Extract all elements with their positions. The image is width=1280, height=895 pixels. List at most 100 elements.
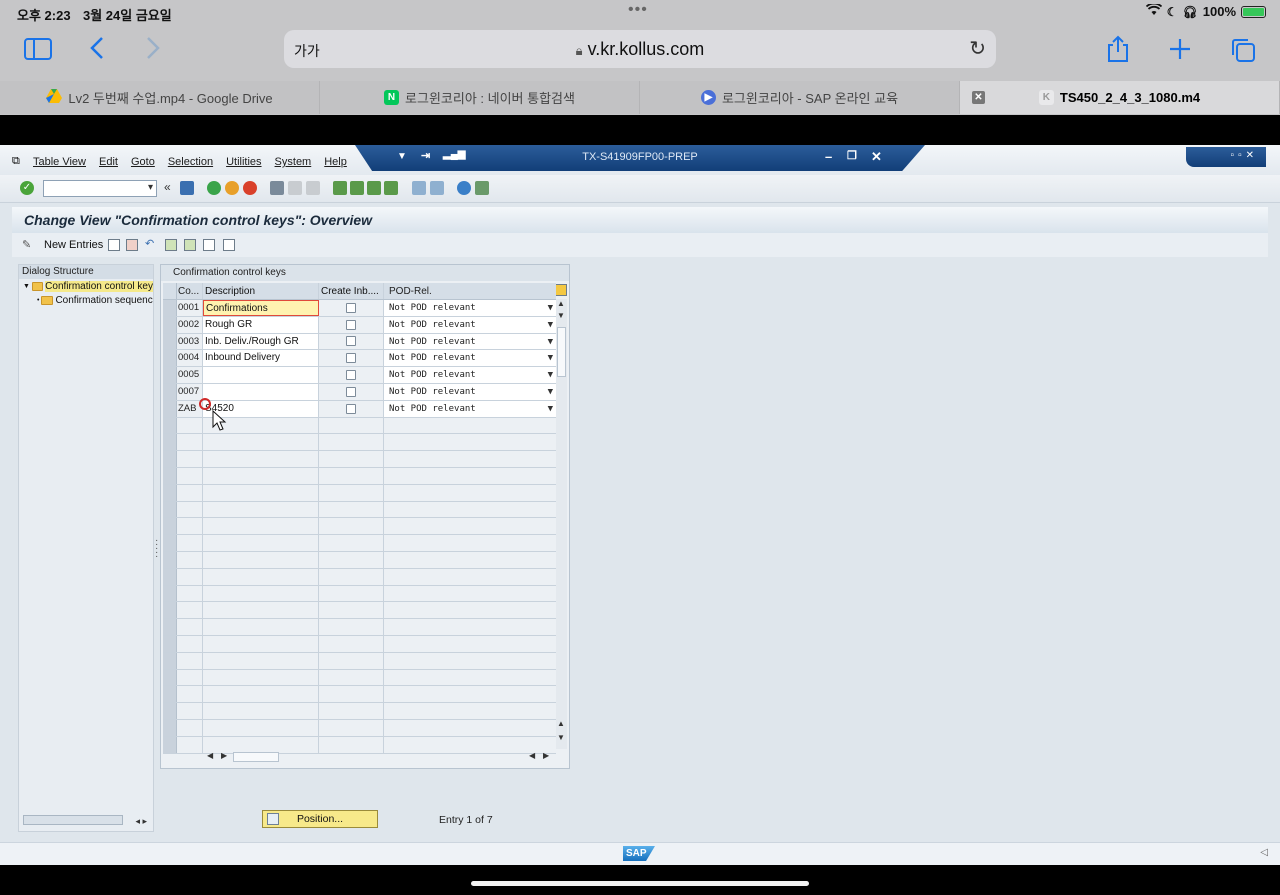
table-row-empty[interactable] <box>163 652 556 670</box>
enter-icon[interactable]: ✓ <box>20 181 34 195</box>
create-inb-checkbox[interactable] <box>346 353 356 364</box>
close-tab-icon[interactable]: ✕ <box>972 91 985 104</box>
print-field-list-icon[interactable] <box>223 239 235 251</box>
row-selector[interactable] <box>163 501 177 518</box>
find-next-icon[interactable] <box>306 181 320 195</box>
row-selector[interactable] <box>163 535 177 551</box>
menu-table-view[interactable]: Table View <box>33 156 86 168</box>
table-vertical-scrollbar[interactable]: ▲ ▼ ▲ ▼ <box>556 299 567 749</box>
tab-sap-education[interactable]: ▶ 로그윈코리아 - SAP 온라인 교육 <box>640 81 960 114</box>
undo-change-icon[interactable]: ↶ <box>145 239 157 251</box>
shortcut-icon[interactable] <box>430 181 444 195</box>
row-selector[interactable] <box>163 383 177 400</box>
previous-page-icon[interactable] <box>350 181 364 195</box>
table-row-empty[interactable] <box>163 467 556 485</box>
row-selector[interactable] <box>163 652 177 669</box>
table-row-empty[interactable] <box>163 703 556 720</box>
row-selector[interactable] <box>163 686 177 703</box>
position-button[interactable]: Position... <box>262 810 378 828</box>
row-selector[interactable] <box>163 333 177 350</box>
create-inb-checkbox[interactable] <box>346 370 356 381</box>
row-selector[interactable] <box>163 703 177 719</box>
cell-description-input[interactable]: Rough GR <box>203 316 319 333</box>
row-selector[interactable] <box>163 451 177 467</box>
scroll-down-icon[interactable]: ▼ <box>557 311 565 320</box>
cell-pod-dropdown[interactable]: Not POD relevant ▼ <box>384 350 556 367</box>
tab-google-drive[interactable]: Lv2 두번째 수업.mp4 - Google Drive <box>0 81 320 114</box>
scroll-left-icon[interactable]: ◀ <box>207 751 213 760</box>
tab-overview-icon[interactable] <box>1230 37 1256 69</box>
column-header-pod-rel[interactable]: POD-Rel. <box>384 283 556 299</box>
dropdown-arrow-icon[interactable]: ▼ <box>548 300 553 316</box>
table-row-empty[interactable] <box>163 585 556 603</box>
row-selector[interactable] <box>163 736 177 753</box>
scroll-right-icon[interactable]: ▶ <box>543 751 549 760</box>
forward-icon[interactable] <box>146 36 160 66</box>
cell-pod-dropdown[interactable]: Not POD relevant ▼ <box>384 367 556 383</box>
table-row[interactable]: 0004 Inbound Delivery Not POD relevant ▼ <box>163 350 556 368</box>
command-field[interactable] <box>43 180 157 197</box>
table-row-empty[interactable] <box>163 501 556 519</box>
menu-goto[interactable]: Goto <box>131 156 155 168</box>
table-row-empty[interactable] <box>163 484 556 502</box>
row-selector[interactable] <box>163 518 177 535</box>
table-row-empty[interactable] <box>163 568 556 586</box>
table-settings-icon[interactable] <box>555 284 567 296</box>
copy-as-icon[interactable] <box>108 239 120 251</box>
new-session-icon[interactable] <box>412 181 426 195</box>
row-selector[interactable] <box>163 602 177 619</box>
table-row-empty[interactable] <box>163 602 556 620</box>
splitter-handle-icon[interactable]: · · · · · <box>155 536 158 562</box>
select-all-column[interactable] <box>163 283 177 299</box>
table-row-empty[interactable] <box>163 635 556 653</box>
dropdown-arrow-icon[interactable]: ▼ <box>548 334 553 350</box>
dropdown-arrow-icon[interactable]: ▼ <box>548 350 553 366</box>
column-header-key[interactable]: Co... <box>177 283 203 299</box>
cancel-icon[interactable] <box>243 181 257 195</box>
dropdown-arrow-icon[interactable]: ▼ <box>548 317 553 333</box>
cell-pod-dropdown[interactable]: Not POD relevant ▼ <box>384 383 556 400</box>
table-row-empty[interactable] <box>163 669 556 687</box>
save-icon[interactable] <box>180 181 194 195</box>
row-selector[interactable] <box>163 585 177 602</box>
cell-description-input[interactable]: Inbound Delivery <box>203 350 319 367</box>
layout-menu-icon[interactable] <box>475 181 489 195</box>
scroll-up-icon[interactable]: ▲ <box>557 719 565 728</box>
create-inb-checkbox[interactable] <box>346 336 356 347</box>
menu-utilities[interactable]: Utilities <box>226 156 261 168</box>
status-expand-icon[interactable]: ◁ <box>1260 847 1268 858</box>
table-row[interactable]: 0003 Inb. Deliv./Rough GR Not POD relevant… <box>163 333 556 351</box>
close-icon[interactable]: ✕ <box>871 149 882 165</box>
next-page-icon[interactable] <box>367 181 381 195</box>
row-selector[interactable] <box>163 635 177 652</box>
tree-horizontal-scrollbar[interactable] <box>23 815 123 825</box>
table-row-empty[interactable] <box>163 619 556 636</box>
dropdown-arrow-icon[interactable]: ▼ <box>548 384 553 400</box>
create-inb-checkbox[interactable] <box>346 403 356 414</box>
help-icon[interactable] <box>457 181 471 195</box>
cell-pod-dropdown[interactable]: Not POD relevant ▼ <box>384 333 556 350</box>
table-row-empty[interactable] <box>163 434 556 452</box>
dropdown-arrow-icon[interactable]: ▼ <box>548 401 553 417</box>
table-horizontal-scrollbar[interactable]: ◀ ▶ ◀ ▶ <box>205 751 549 763</box>
home-indicator[interactable] <box>471 881 809 886</box>
restore-icon[interactable]: ❐ <box>847 149 857 162</box>
table-row-empty[interactable] <box>163 686 556 704</box>
table-row-empty[interactable] <box>163 551 556 569</box>
menu-selection[interactable]: Selection <box>168 156 213 168</box>
create-inb-checkbox[interactable] <box>346 302 356 313</box>
row-selector[interactable] <box>163 719 177 736</box>
create-inb-checkbox[interactable] <box>346 319 356 330</box>
table-row[interactable]: 0002 Rough GR Not POD relevant ▼ <box>163 316 556 334</box>
menu-system[interactable]: System <box>275 156 312 168</box>
table-row[interactable]: 0005 Not POD relevant ▼ <box>163 367 556 384</box>
cell-pod-dropdown[interactable]: Not POD relevant ▼ <box>384 300 556 316</box>
new-tab-icon[interactable] <box>1169 38 1191 66</box>
print-icon[interactable] <box>270 181 284 195</box>
cell-description-input[interactable] <box>203 367 319 383</box>
select-all-icon[interactable] <box>165 239 177 251</box>
collapse-command-icon[interactable]: « <box>164 180 171 194</box>
address-bar[interactable]: 가가 🔒︎ v.kr.kollus.com ↻ <box>284 30 996 68</box>
row-selector[interactable] <box>163 619 177 635</box>
table-row-empty[interactable] <box>163 719 556 737</box>
